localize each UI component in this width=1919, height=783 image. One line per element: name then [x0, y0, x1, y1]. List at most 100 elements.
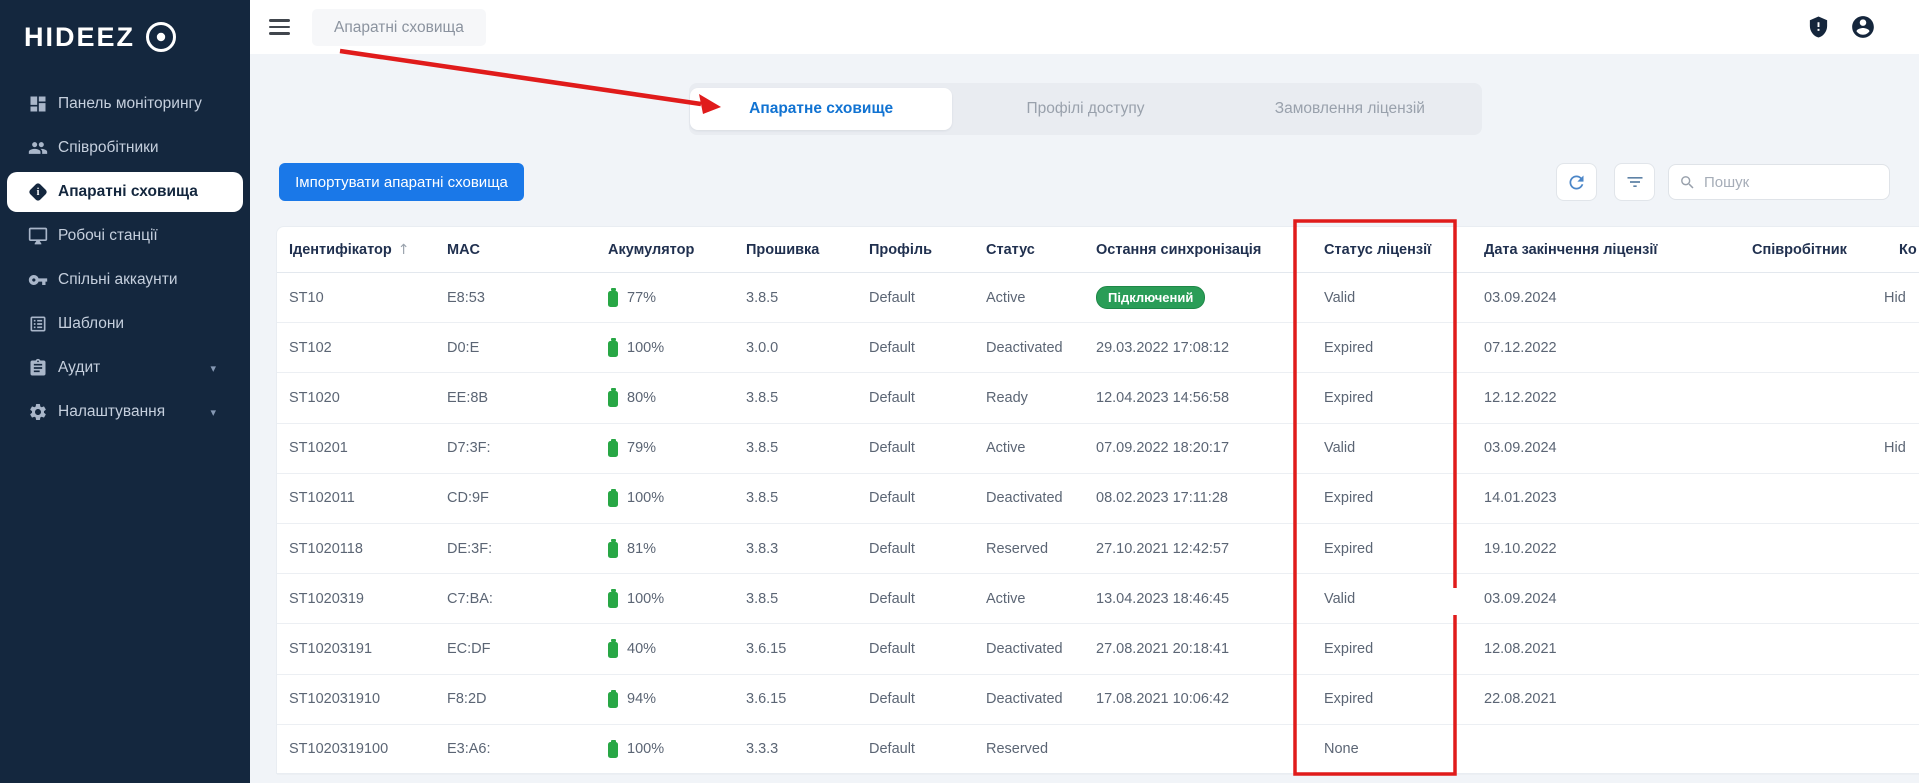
column-header-license-status[interactable]: Статус ліцензії [1324, 227, 1431, 272]
table-row[interactable]: ST1020319100 E3:A6: 100% 3.3.3 Default Reserv… [277, 725, 1919, 775]
last-sync-cell: 13.04.2023 18:46:45 [1096, 590, 1230, 607]
vault-id-cell: ST1020319100 [289, 741, 389, 758]
column-header-battery[interactable]: Акумулятор [608, 227, 694, 272]
connected-badge: Підключений [1096, 286, 1206, 310]
tab-access-profiles[interactable]: Профілі доступу [954, 88, 1216, 130]
firmware-cell: 3.8.5 [746, 440, 779, 457]
mac-cell: E8:53 [447, 289, 485, 306]
license-status-cell: Expired [1324, 490, 1374, 507]
sidebar-item-employees[interactable]: Співробітники [0, 126, 250, 170]
table-row[interactable]: ST102031910 F8:2D 94% 3.6.15 Default Deactiva… [277, 675, 1919, 725]
table-row[interactable]: ST10 E8:53 77% 3.8.5 Default Active Підключени… [277, 273, 1919, 324]
license-expiry-cell: 22.08.2021 [1484, 691, 1557, 708]
sidebar-item-label: Співробітники [58, 139, 159, 156]
vault-id-cell: ST1020118 [289, 540, 363, 557]
last-sync-cell: 29.03.2022 17:08:12 [1096, 339, 1230, 356]
table-row[interactable]: ST1020319 C7:BA: 100% 3.8.5 Default Active 13.… [277, 574, 1919, 625]
battery-icon [608, 388, 618, 407]
sort-ascending-icon: ↑ [397, 241, 410, 258]
refresh-button[interactable] [1556, 163, 1597, 201]
column-header-last-sync[interactable]: Остання синхронізація [1096, 227, 1261, 272]
column-header-identifier[interactable]: Ідентифікатор ↑ [289, 227, 409, 272]
mac-cell: DE:3F: [447, 540, 493, 557]
status-cell: Active [986, 289, 1026, 306]
page-title: Апаратні сховища [312, 9, 486, 46]
vaults-table: Ідентифікатор ↑ MAC Акумулятор Прошивка Профі… [276, 226, 1919, 775]
column-header-employee[interactable]: Співробітник [1752, 227, 1847, 272]
profile-cell: Default [869, 691, 915, 708]
mac-cell: D0:E [447, 339, 480, 356]
column-header-mac[interactable]: MAC [447, 227, 480, 272]
clipboard-icon [28, 358, 48, 378]
status-cell: Ready [986, 389, 1028, 406]
license-expiry-cell: 19.10.2022 [1484, 540, 1557, 557]
column-header-ko[interactable]: Ко [1899, 227, 1917, 272]
vault-id-cell: ST10201 [289, 440, 348, 457]
sidebar-item-templates[interactable]: Шаблони [0, 302, 250, 346]
account-circle-icon[interactable] [1850, 14, 1876, 40]
column-header-firmware[interactable]: Прошивка [746, 227, 819, 272]
table-row[interactable]: ST1020118 DE:3F: 81% 3.8.3 Default Reserved 27… [277, 524, 1919, 575]
table-row[interactable]: ST1020 EE:8B 80% 3.8.5 Default Ready 12.04.202… [277, 373, 1919, 424]
last-sync-cell: 08.02.2023 17:11:28 [1096, 490, 1228, 507]
filter-icon [1627, 177, 1642, 187]
topbar: Апаратні сховища [250, 0, 1919, 54]
sidebar-item-dashboard[interactable]: Панель моніторингу [0, 82, 250, 126]
employee-cell: Hid [1884, 440, 1906, 457]
last-sync-cell: 12.04.2023 14:56:58 [1096, 389, 1230, 406]
battery-cell: 77% [608, 273, 656, 322]
license-status-cell: Expired [1324, 389, 1374, 406]
battery-icon [608, 639, 618, 658]
chevron-down-icon: ▾ [210, 406, 216, 419]
firmware-cell: 3.6.15 [746, 691, 787, 708]
battery-cell: 100% [608, 725, 664, 774]
sidebar-item-shared-accounts[interactable]: Спільні аккаунти [0, 258, 250, 302]
battery-icon [608, 288, 618, 307]
table-header-row: Ідентифікатор ↑ MAC Акумулятор Прошивка Профі… [277, 227, 1919, 273]
sidebar-item-label: Апаратні сховища [58, 183, 198, 200]
battery-cell: 94% [608, 675, 656, 724]
tab-hardware-vault[interactable]: Апаратне сховище [690, 88, 953, 130]
sidebar-item-settings[interactable]: Налаштування ▾ [0, 390, 250, 434]
table-row[interactable]: ST102011 CD:9F 100% 3.8.5 Default Deactivated… [277, 474, 1919, 524]
license-status-cell: None [1324, 741, 1359, 758]
column-header-profile[interactable]: Профіль [869, 227, 932, 272]
hideez-logo-icon [146, 22, 177, 52]
firmware-cell: 3.8.5 [746, 389, 779, 406]
sidebar-item-audit[interactable]: Аудит ▾ [0, 346, 250, 390]
license-status-cell: Expired [1324, 339, 1374, 356]
firmware-cell: 3.8.3 [746, 540, 779, 557]
import-vaults-button[interactable]: Імпортувати апаратні сховища [279, 163, 524, 201]
search-input[interactable] [1704, 173, 1874, 191]
templates-icon [28, 314, 48, 334]
sidebar-item-workstations[interactable]: Робочі станції [0, 214, 250, 258]
table-row[interactable]: ST10201 D7:3F: 79% 3.8.5 Default Active 07.09.… [277, 424, 1919, 474]
key-icon [28, 270, 48, 290]
sidebar-nav: Панель моніторингу Співробітники i Апара… [0, 82, 250, 434]
hideez-logo: HIDEEZ [0, 0, 250, 72]
license-expiry-cell: 12.08.2021 [1484, 640, 1557, 657]
mac-cell: CD:9F [447, 490, 489, 507]
battery-cell: 79% [608, 424, 656, 473]
battery-cell: 40% [608, 624, 656, 673]
license-status-cell: Expired [1324, 691, 1374, 708]
hamburger-menu-icon[interactable] [269, 19, 290, 35]
table-row[interactable]: ST102 D0:E 100% 3.0.0 Default Deactivated 29.0… [277, 323, 1919, 374]
filter-button[interactable] [1614, 163, 1655, 201]
sidebar-item-label: Робочі станції [58, 227, 158, 244]
column-header-status[interactable]: Статус [986, 227, 1035, 272]
firmware-cell: 3.0.0 [746, 339, 779, 356]
status-cell: Deactivated [986, 339, 1063, 356]
shield-alert-icon[interactable] [1807, 14, 1830, 40]
tab-license-orders[interactable]: Замовлення ліцензій [1219, 88, 1481, 130]
profile-cell: Default [869, 640, 915, 657]
sidebar-item-label: Налаштування [58, 403, 166, 420]
sidebar-item-hardware-vaults[interactable]: i Апаратні сховища [7, 172, 243, 212]
mac-cell: C7:BA: [447, 590, 493, 607]
table-row[interactable]: ST10203191 EC:DF 40% 3.6.15 Default Deactivat… [277, 624, 1919, 675]
battery-cell: 100% [608, 323, 664, 372]
license-expiry-cell: 03.09.2024 [1484, 590, 1557, 607]
column-header-license-expiry[interactable]: Дата закінчення ліцензії [1484, 227, 1658, 272]
license-status-cell: Expired [1324, 640, 1374, 657]
license-expiry-cell: 14.01.2023 [1484, 490, 1557, 507]
